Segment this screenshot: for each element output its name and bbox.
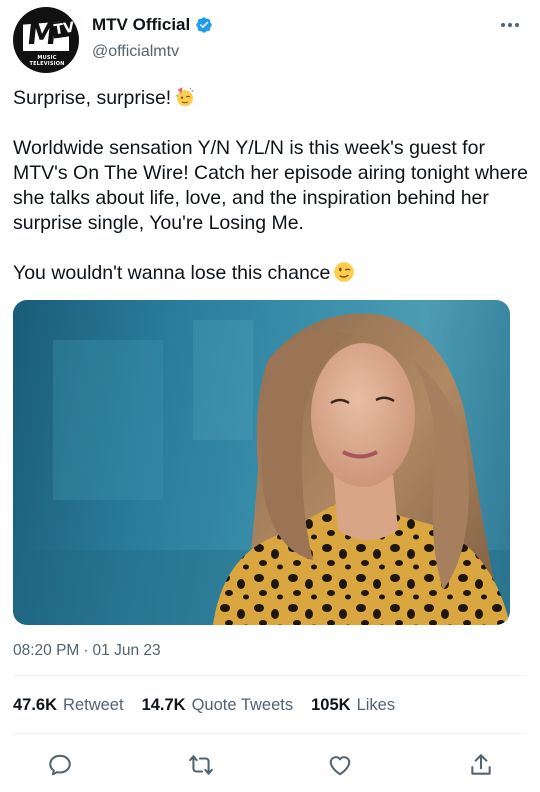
timestamp-separator: · [83,642,89,659]
like-icon [329,756,351,776]
share-button[interactable] [464,748,498,782]
share-icon [471,754,491,775]
retweet-count: 47.6K [13,696,58,714]
retweet-label: Retweet [63,696,124,714]
tweet-time: 08:20 PM [13,642,80,659]
divider [13,733,527,734]
reply-button[interactable] [43,748,77,782]
tweet-timestamp[interactable]: 08:20 PM · 01 Jun 23 [13,642,161,660]
tweet-paragraph-2: Worldwide sensation Y/N Y/L/N is this we… [13,137,528,234]
retweet-button[interactable] [184,748,218,782]
divider [13,675,527,676]
quote-label: Quote Tweets [191,696,294,714]
retweet-stat[interactable]: 47.6K Retweet [13,696,124,715]
author-name-row[interactable]: MTV Official [92,15,213,35]
mtv-logo-subtitle: MUSIC TELEVISION [29,55,65,67]
tweet-text: Surprise, surprise! Worldwide sensation … [13,86,538,286]
tweet-date: 01 Jun 23 [92,642,161,659]
retweet-icon [189,755,213,775]
tweet-paragraph-1-text: Surprise, surprise! [13,87,172,109]
display-name[interactable]: MTV Official [92,15,190,35]
likes-label: Likes [356,696,396,714]
reply-icon [49,754,71,776]
quote-count: 14.7K [141,696,186,714]
tweet-media-photo[interactable] [13,300,510,625]
likes-count: 105K [311,696,351,714]
engagement-stats: 47.6K Retweet 14.7K Quote Tweets 105K Li… [13,696,395,715]
avatar[interactable]: M TV MUSIC TELEVISION [13,7,79,73]
author-handle[interactable]: @officialmtv [92,43,179,61]
quote-stat[interactable]: 14.7K Quote Tweets [142,696,294,715]
action-bar [0,748,540,782]
tweet-paragraph-3: You wouldn't wanna lose this chance [13,261,538,286]
verified-badge-icon [196,17,212,33]
more-options-icon[interactable] [499,18,521,32]
winking-face-emoji [334,262,355,282]
like-button[interactable] [323,748,357,782]
partying-face-emoji [176,87,194,107]
likes-stat[interactable]: 105K Likes [311,696,395,715]
mtv-logo-tv: TV [51,19,77,39]
tweet-paragraph-3-text: You wouldn't wanna lose this chance [13,262,331,284]
photo-illustration [13,313,510,625]
tweet-paragraph-1: Surprise, surprise! [13,86,538,111]
